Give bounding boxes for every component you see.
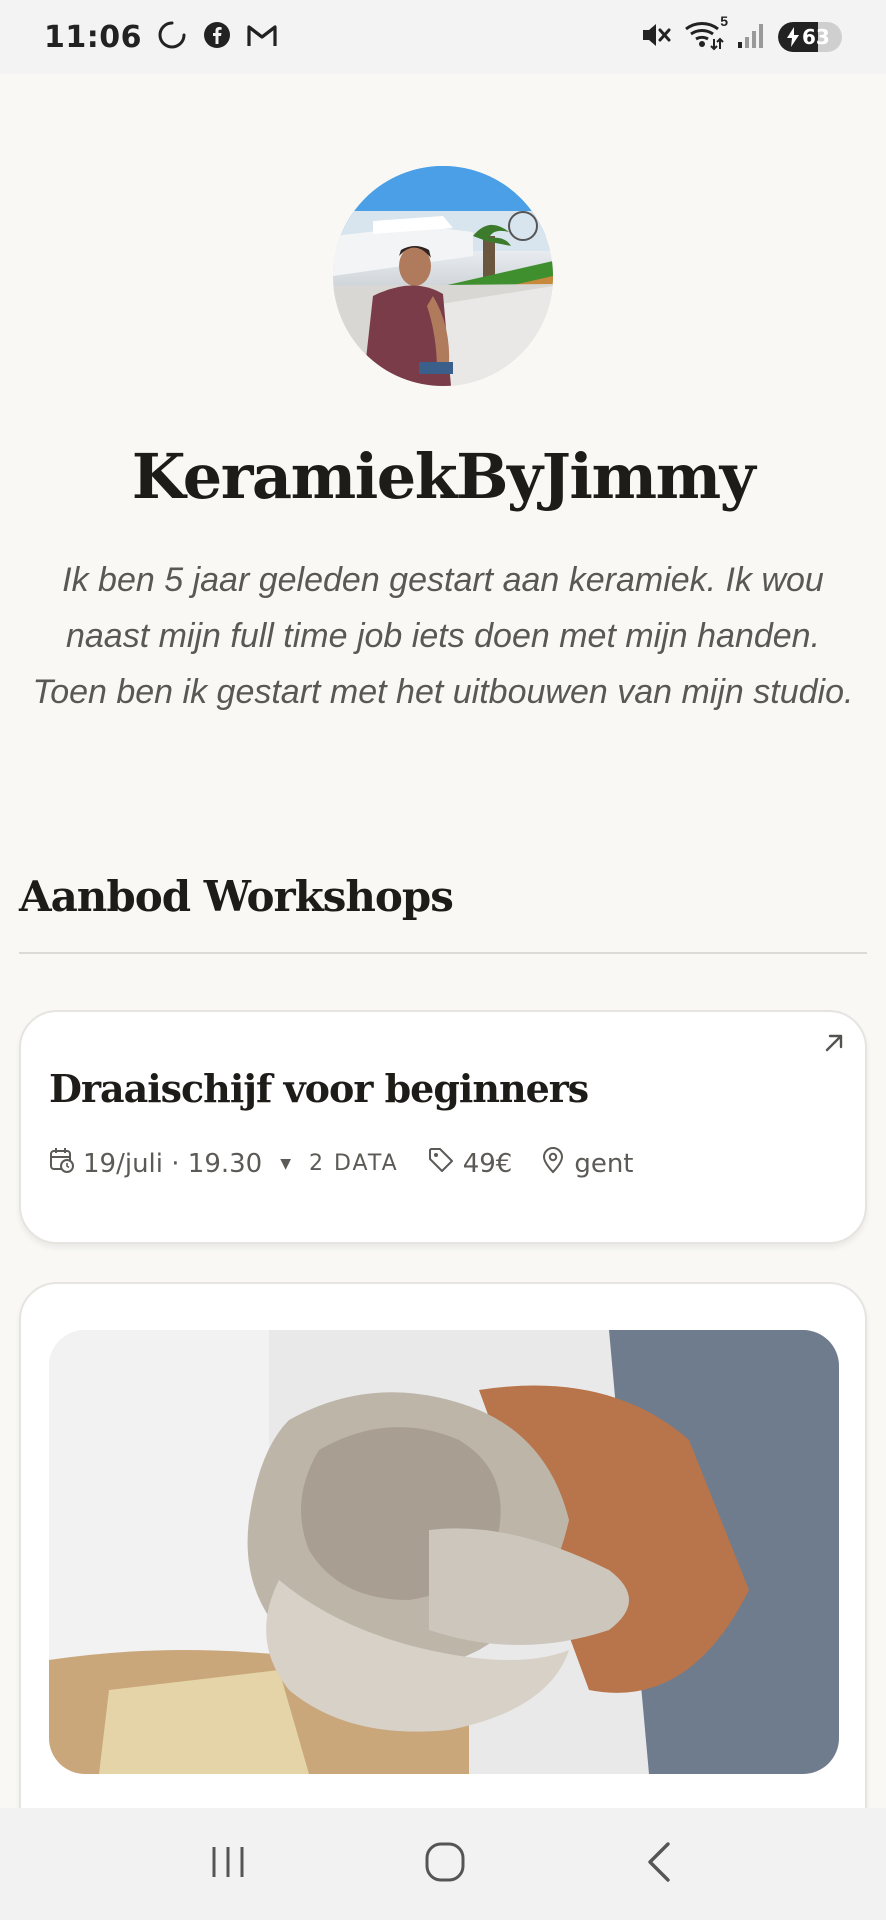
profile-name: KeramiekByJimmy [131,440,756,513]
workshop-date-text: 19/juli · 19.30 [83,1148,263,1179]
workshop-data-count[interactable]: 2 DATA [309,1151,399,1176]
wifi-icon: 5 [684,13,728,56]
workshop-price: 49€ [427,1146,513,1181]
mute-icon [640,20,672,55]
workshop-price-text: 49€ [462,1148,513,1179]
recent-apps-icon[interactable] [208,1842,248,1887]
workshop-date: 19/juli · 19.30 [49,1147,262,1180]
status-right: 5 63 [640,13,842,56]
gmail-icon [246,22,278,53]
status-time: 11:06 [44,19,142,55]
section-title: Aanbod Workshops [19,872,454,921]
clay-hands-image [49,1330,839,1774]
workshop-title: Draaischijf voor beginners [49,1066,589,1111]
location-pin-icon [540,1146,566,1181]
facebook-icon [202,20,232,55]
battery-icon: 63 [778,22,842,52]
wifi-badge: 5 [720,12,728,29]
avatar [333,166,553,386]
status-left: 11:06 [44,19,278,56]
section-divider [19,952,867,954]
price-tag-icon [427,1146,455,1181]
dropdown-caret-icon[interactable]: ▼ [280,1156,291,1172]
external-link-arrow-icon[interactable] [819,1028,849,1063]
workshop-meta: 19/juli · 19.30 ▼ 2 DATA 49€ gent [49,1146,634,1181]
workshop-location: gent [540,1146,634,1181]
system-navigation-bar [0,1808,886,1920]
home-icon[interactable] [423,1840,467,1889]
battery-level: 63 [802,25,830,49]
status-bar: 11:06 5 63 [0,0,886,74]
workshop-location-text: gent [574,1148,634,1179]
calendar-clock-icon [49,1147,75,1180]
back-icon[interactable] [642,1840,678,1889]
profile-bio: Ik ben 5 jaar geleden gestart aan kerami… [32,561,854,711]
workshop-card[interactable]: Draaischijf voor beginners 19/juli · 19.… [19,1010,867,1244]
signal-icon [736,20,766,55]
loading-circle-icon [156,19,188,56]
